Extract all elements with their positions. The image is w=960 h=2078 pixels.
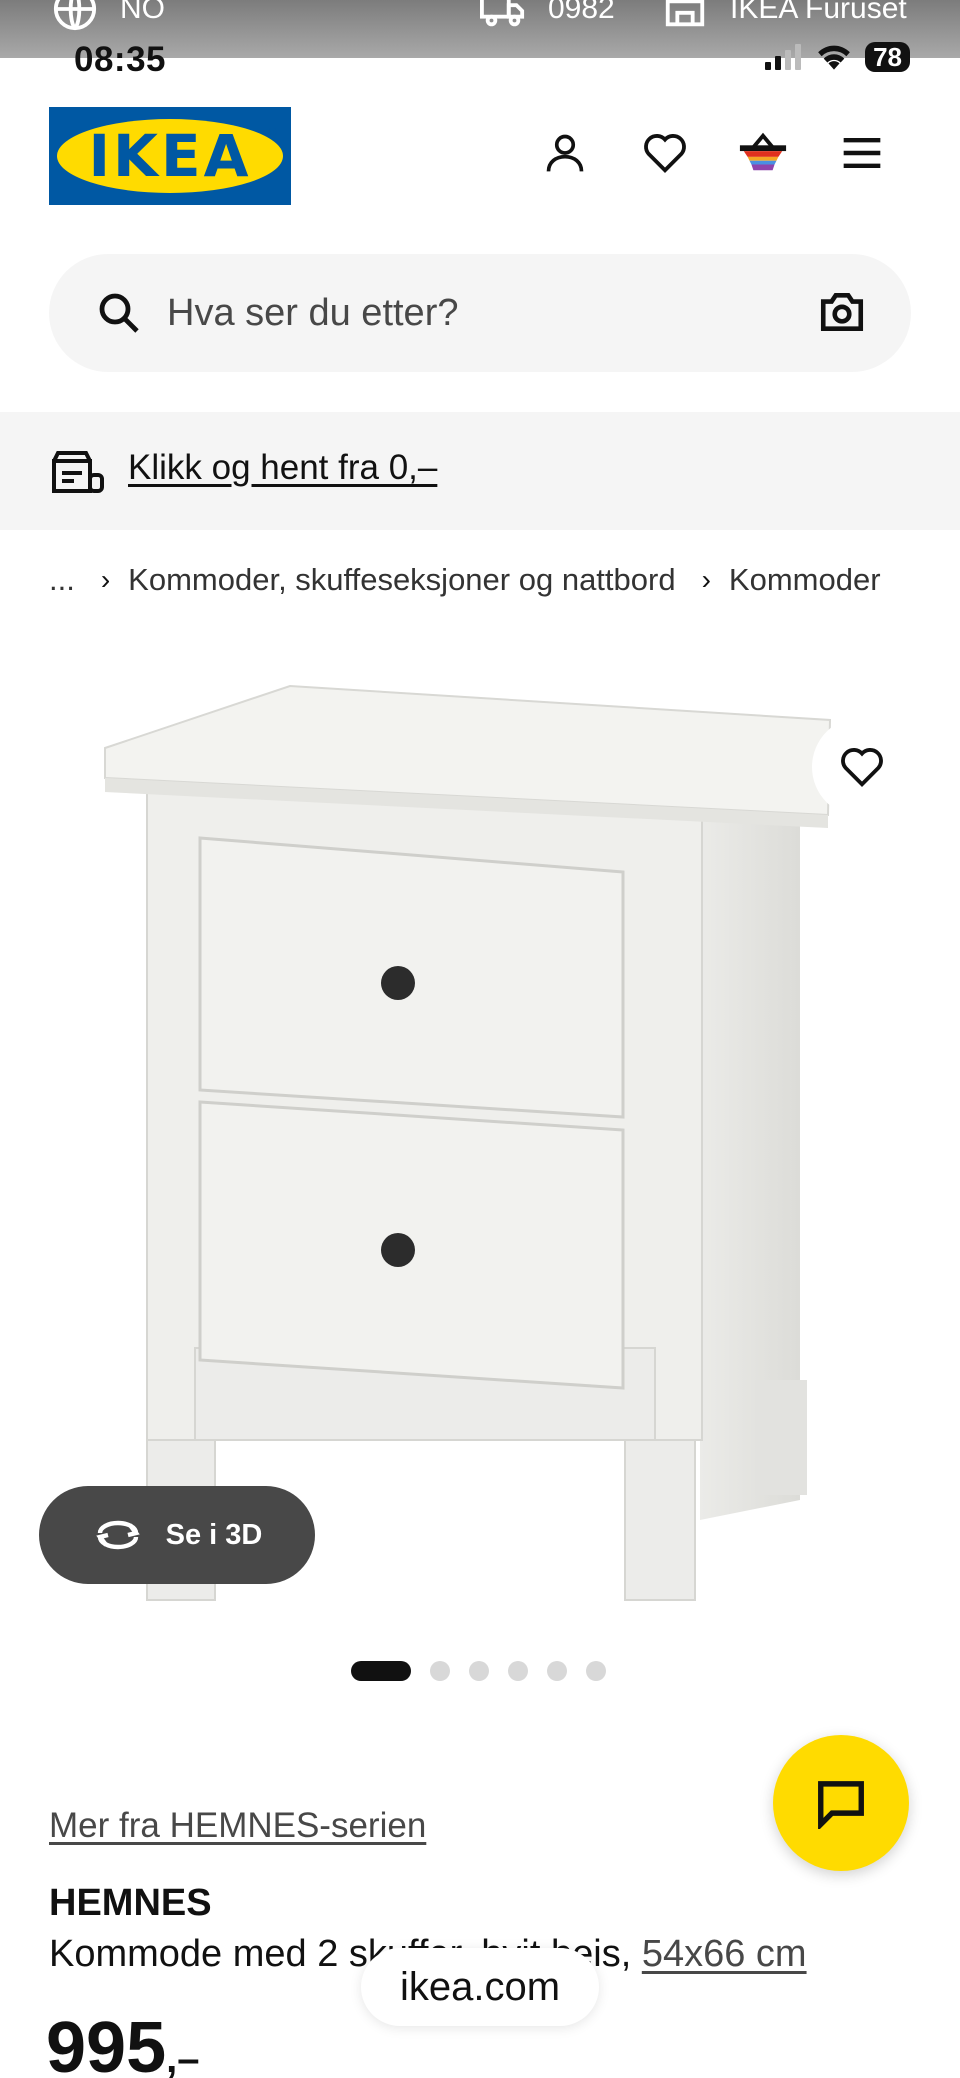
locale-selector[interactable]: NO: [52, 0, 165, 32]
browser-url-text: ikea.com: [399, 1964, 561, 2009]
save-to-favourites-button[interactable]: [812, 717, 912, 817]
postcode-text: 0982: [548, 0, 615, 25]
locale-text: NO: [120, 0, 165, 25]
carousel-dot-2[interactable]: [430, 1661, 450, 1681]
search-input[interactable]: [167, 254, 787, 372]
carousel-dot-1[interactable]: [351, 1661, 411, 1681]
click-collect-banner: Klikk og hent fra 0,–: [0, 412, 960, 530]
breadcrumb-ellipsis[interactable]: ...: [49, 562, 75, 598]
price-amount: 995: [46, 2008, 167, 2078]
view-in-3d-label: Se i 3D: [165, 1518, 263, 1551]
carousel-dot-5[interactable]: [547, 1661, 567, 1681]
account-button[interactable]: [540, 128, 590, 178]
click-collect-link[interactable]: Klikk og hent fra 0,–: [128, 448, 437, 488]
cart-button[interactable]: [738, 128, 788, 178]
basket-icon: [739, 132, 787, 171]
camera-icon[interactable]: [817, 287, 867, 337]
breadcrumb-item-dressers[interactable]: Kommoder, skuffeseksjoner og nattbord: [128, 562, 675, 598]
signal-icon: [765, 44, 802, 70]
product-size-link[interactable]: 54x66 cm: [642, 1933, 807, 1975]
status-indicators: 78: [763, 42, 910, 72]
heart-icon: [841, 748, 883, 787]
product-price: 995,–: [46, 2012, 200, 2078]
search-icon: [99, 293, 139, 333]
store-text: IKEA Furuset: [730, 0, 907, 25]
price-suffix: ,–: [166, 2037, 200, 2078]
store-icon: [665, 0, 705, 27]
carousel-dot-4[interactable]: [508, 1661, 528, 1681]
wishlist-button[interactable]: [640, 128, 690, 178]
status-time: 08:35: [74, 40, 167, 79]
logo-text: IKEA: [88, 122, 252, 190]
registered-mark: ®: [268, 125, 277, 139]
search-bar[interactable]: [49, 254, 911, 372]
postcode-selector[interactable]: 0982: [480, 0, 615, 32]
product-name: HEMNES: [49, 1882, 212, 1924]
truck-icon: [480, 0, 525, 27]
click-collect-icon: [52, 451, 104, 493]
chat-button[interactable]: [773, 1735, 909, 1871]
breadcrumb-item-kommoder[interactable]: Kommoder: [729, 562, 881, 598]
menu-button[interactable]: [837, 128, 887, 178]
breadcrumb: ... › Kommoder, skuffeseksjoner og nattb…: [49, 562, 881, 598]
carousel-dot-3[interactable]: [469, 1661, 489, 1681]
menu-icon: [843, 137, 881, 169]
wifi-icon: [818, 45, 850, 70]
ikea-logo[interactable]: IKEA ®: [49, 107, 291, 205]
chevron-right-icon: ›: [701, 564, 711, 595]
view-in-3d-button[interactable]: Se i 3D: [39, 1486, 315, 1584]
heart-icon: [644, 134, 686, 173]
battery-level: 78: [865, 42, 910, 72]
store-selector[interactable]: IKEA Furuset: [662, 0, 907, 32]
globe-icon: [53, 0, 97, 31]
image-carousel-dots: [351, 1661, 606, 1681]
rotate-3d-icon: [95, 1520, 140, 1550]
chat-bubble-icon: [818, 1781, 864, 1829]
user-icon: [546, 134, 584, 172]
browser-url-pill[interactable]: ikea.com: [361, 1948, 599, 2026]
carousel-dot-6[interactable]: [586, 1661, 606, 1681]
series-link[interactable]: Mer fra HEMNES-serien: [49, 1806, 426, 1846]
chevron-right-icon: ›: [100, 564, 111, 595]
